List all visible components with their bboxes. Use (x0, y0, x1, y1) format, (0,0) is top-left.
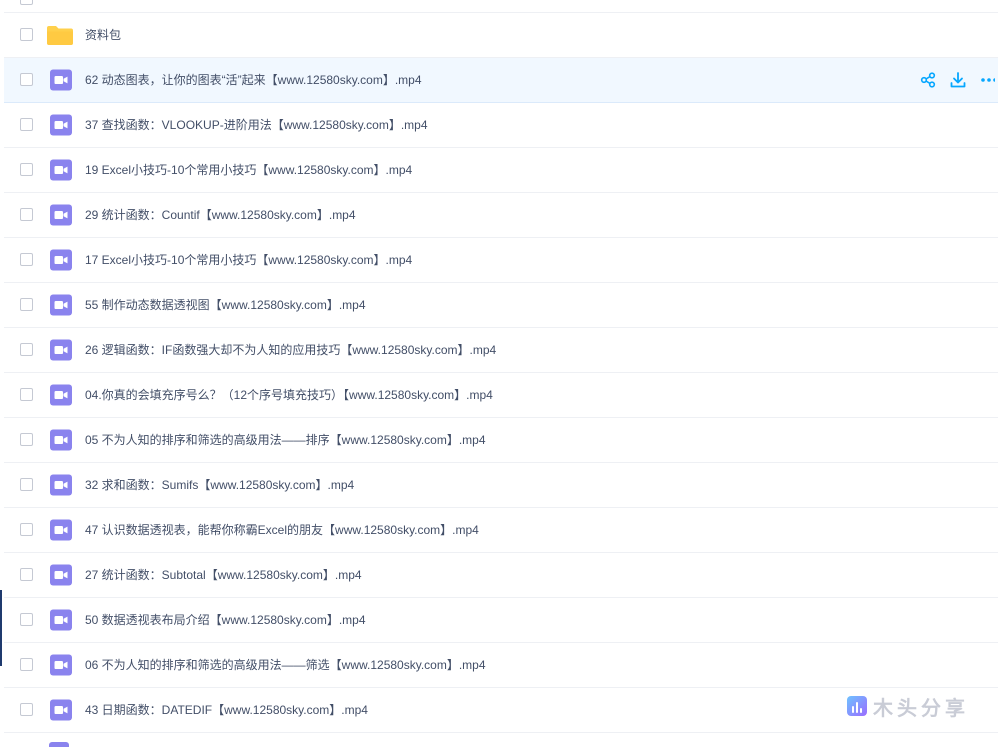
folder-icon (46, 24, 74, 46)
download-icon[interactable] (948, 70, 968, 90)
folder-row[interactable] (4, 0, 998, 13)
file-row[interactable]: 50 数据透视表布局介绍【www.12580sky.com】.mp4 (4, 598, 998, 643)
file-name[interactable]: 05 不为人知的排序和筛选的高级用法——排序【www.12580sky.com】… (85, 432, 486, 448)
video-file-icon (49, 69, 73, 91)
video-file-icon (49, 519, 73, 541)
row-checkbox[interactable] (20, 523, 33, 536)
file-name[interactable]: 43 日期函数：DATEDIF【www.12580sky.com】.mp4 (85, 702, 368, 718)
video-file-icon (49, 159, 73, 181)
watermark-text: 木头分享 (873, 697, 969, 720)
file-name[interactable]: 62 动态图表，让你的图表“活”起来【www.12580sky.com】.mp4 (85, 72, 422, 88)
row-checkbox[interactable] (20, 118, 33, 131)
folder-row[interactable]: 资料包 (4, 13, 998, 58)
file-name[interactable]: 04.你真的会填充序号么？（12个序号填充技巧）【www.12580sky.co… (85, 387, 493, 403)
watermark: 木头分享 (847, 693, 969, 720)
file-row[interactable]: 04.你真的会填充序号么？（12个序号填充技巧）【www.12580sky.co… (4, 373, 998, 418)
file-row[interactable]: 62 动态图表，让你的图表“活”起来【www.12580sky.com】.mp4 (4, 58, 998, 103)
row-checkbox[interactable] (20, 253, 33, 266)
file-row[interactable]: 05 不为人知的排序和筛选的高级用法——排序【www.12580sky.com】… (4, 418, 998, 463)
row-checkbox[interactable] (20, 343, 33, 356)
row-actions (908, 70, 998, 90)
file-row[interactable]: 37 查找函数：VLOOKUP-进阶用法【www.12580sky.com】.m… (4, 103, 998, 148)
window-edge-strip (0, 590, 2, 666)
row-checkbox[interactable] (20, 388, 33, 401)
file-row[interactable]: 17 Excel小技巧-10个常用小技巧【www.12580sky.com】.m… (4, 238, 998, 283)
file-name[interactable]: 37 查找函数：VLOOKUP-进阶用法【www.12580sky.com】.m… (85, 117, 428, 133)
file-name[interactable]: 29 统计函数：Countif【www.12580sky.com】.mp4 (85, 207, 356, 223)
file-name[interactable]: 32 求和函数：Sumifs【www.12580sky.com】.mp4 (85, 477, 354, 493)
share-icon[interactable] (918, 70, 938, 90)
file-row[interactable]: 47 认识数据透视表，能帮你称霸Excel的朋友【www.12580sky.co… (4, 508, 998, 553)
file-name[interactable]: 06 不为人知的排序和筛选的高级用法——筛选【www.12580sky.com】… (85, 657, 486, 673)
file-row[interactable]: 06 不为人知的排序和筛选的高级用法——筛选【www.12580sky.com】… (4, 643, 998, 688)
file-list: 资料包 62 动态图表，让你的图表“活”起来【www.12580sky.com】.… (4, 0, 998, 733)
row-checkbox[interactable] (20, 478, 33, 491)
video-file-icon (49, 429, 73, 451)
file-row[interactable]: 27 统计函数：Subtotal【www.12580sky.com】.mp4 (4, 553, 998, 598)
video-file-icon (49, 384, 73, 406)
file-name[interactable]: 19 Excel小技巧-10个常用小技巧【www.12580sky.com】.m… (85, 162, 412, 178)
video-file-icon (49, 339, 73, 361)
row-checkbox[interactable] (20, 703, 33, 716)
row-checkbox[interactable] (20, 73, 33, 86)
row-checkbox[interactable] (20, 658, 33, 671)
more-icon[interactable] (978, 70, 998, 90)
video-file-icon (49, 609, 73, 631)
file-name[interactable]: 50 数据透视表布局介绍【www.12580sky.com】.mp4 (85, 612, 366, 628)
file-row[interactable]: 19 Excel小技巧-10个常用小技巧【www.12580sky.com】.m… (4, 148, 998, 193)
file-name[interactable]: 资料包 (85, 27, 121, 43)
video-icon-partial (49, 742, 69, 747)
file-row[interactable]: 29 统计函数：Countif【www.12580sky.com】.mp4 (4, 193, 998, 238)
row-checkbox[interactable] (20, 568, 33, 581)
video-file-icon (49, 654, 73, 676)
file-name[interactable]: 17 Excel小技巧-10个常用小技巧【www.12580sky.com】.m… (85, 252, 412, 268)
video-file-icon (49, 114, 73, 136)
row-checkbox[interactable] (20, 0, 33, 5)
file-row[interactable]: 26 逻辑函数：IF函数强大却不为人知的应用技巧【www.12580sky.co… (4, 328, 998, 373)
file-name[interactable]: 26 逻辑函数：IF函数强大却不为人知的应用技巧【www.12580sky.co… (85, 342, 496, 358)
video-file-icon (49, 204, 73, 226)
file-row[interactable]: 32 求和函数：Sumifs【www.12580sky.com】.mp4 (4, 463, 998, 508)
file-name[interactable]: 47 认识数据透视表，能帮你称霸Excel的朋友【www.12580sky.co… (85, 522, 479, 538)
row-checkbox[interactable] (20, 613, 33, 626)
video-file-icon (49, 294, 73, 316)
row-checkbox[interactable] (20, 163, 33, 176)
video-file-icon (49, 699, 73, 721)
video-file-icon (49, 249, 73, 271)
video-file-icon (49, 474, 73, 496)
watermark-logo-icon (847, 696, 867, 716)
video-file-icon (49, 564, 73, 586)
file-name[interactable]: 55 制作动态数据透视图【www.12580sky.com】.mp4 (85, 297, 366, 313)
row-checkbox[interactable] (20, 298, 33, 311)
row-checkbox[interactable] (20, 28, 33, 41)
row-checkbox[interactable] (20, 433, 33, 446)
file-row[interactable]: 55 制作动态数据透视图【www.12580sky.com】.mp4 (4, 283, 998, 328)
row-checkbox[interactable] (20, 208, 33, 221)
file-name[interactable]: 27 统计函数：Subtotal【www.12580sky.com】.mp4 (85, 567, 362, 583)
